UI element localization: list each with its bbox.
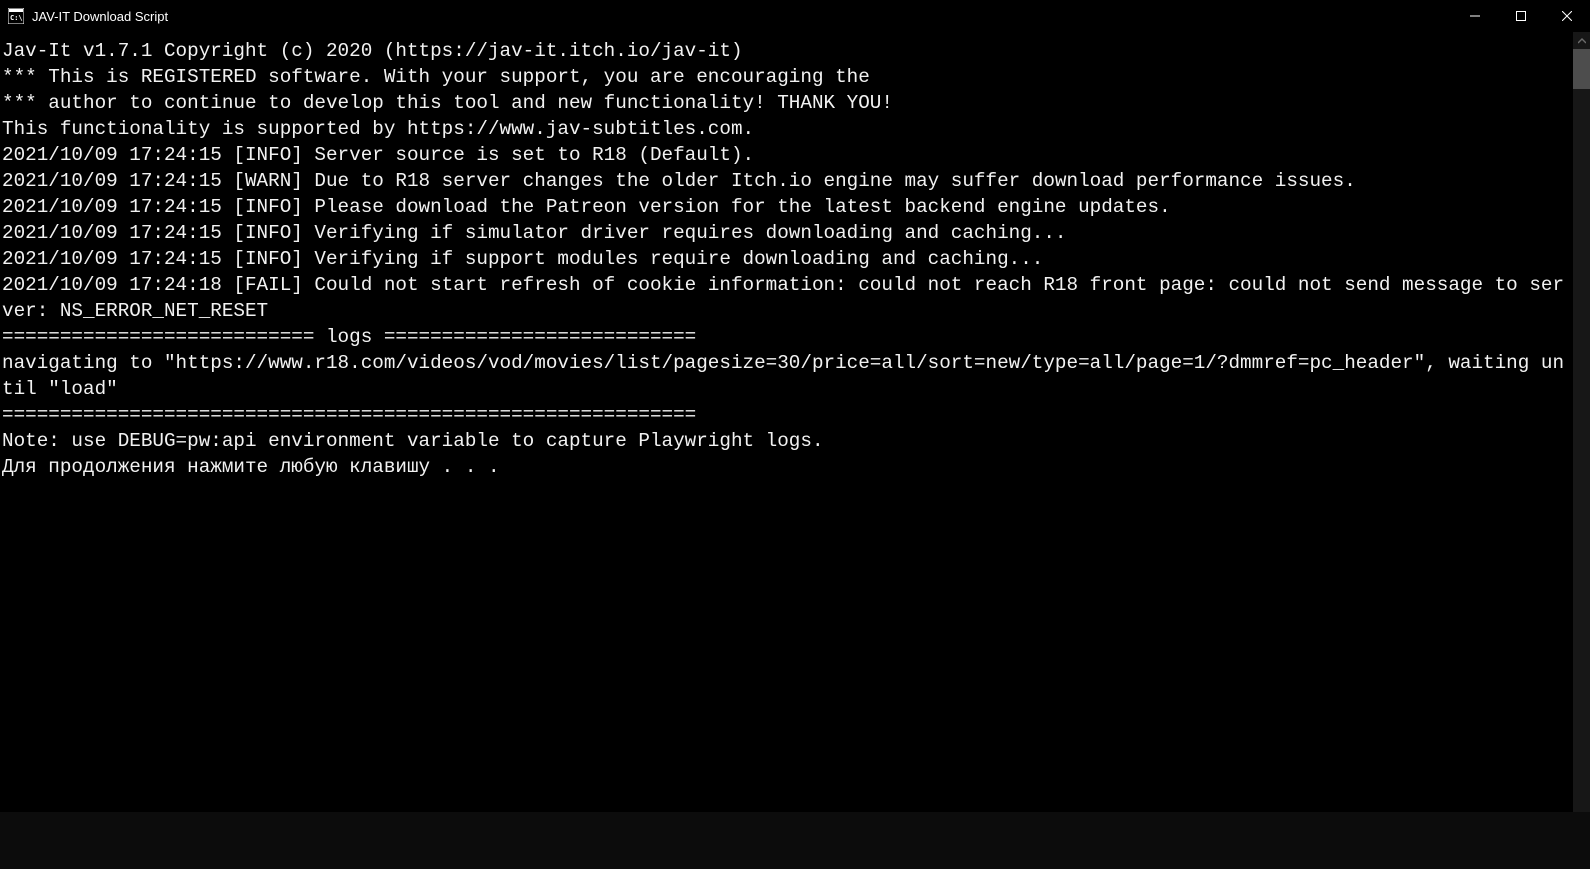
console-line: 2021/10/09 17:24:15 [WARN] Due to R18 se… [2,168,1573,194]
scrollbar-thumb[interactable] [1573,49,1590,89]
vertical-scrollbar[interactable] [1573,32,1590,869]
minimize-icon [1470,11,1480,21]
console-line: *** author to continue to develop this t… [2,90,1573,116]
console-output[interactable]: Jav-It v1.7.1 Copyright (c) 2020 (https:… [0,32,1573,869]
console-line: Для продолжения нажмите любую клавишу . … [2,454,1573,480]
maximize-icon [1516,11,1526,21]
console-line: Jav-It v1.7.1 Copyright (c) 2020 (https:… [2,38,1573,64]
maximize-button[interactable] [1498,0,1544,32]
scrollbar-track[interactable] [1573,49,1590,852]
console-line: *** This is REGISTERED software. With yo… [2,64,1573,90]
terminal-area: Jav-It v1.7.1 Copyright (c) 2020 (https:… [0,32,1590,869]
console-line: 2021/10/09 17:24:15 [INFO] Server source… [2,142,1573,168]
close-button[interactable] [1544,0,1590,32]
console-line: 2021/10/09 17:24:15 [INFO] Verifying if … [2,246,1573,272]
console-line: 2021/10/09 17:24:15 [INFO] Please downlo… [2,194,1573,220]
console-line: 2021/10/09 17:24:18 [FAIL] Could not sta… [2,272,1573,324]
window-title: JAV-IT Download Script [32,9,168,24]
console-line: This functionality is supported by https… [2,116,1573,142]
footer-strip [0,812,1590,869]
svg-text:C:\: C:\ [10,14,23,22]
minimize-button[interactable] [1452,0,1498,32]
scroll-up-arrow-icon[interactable] [1573,32,1590,49]
console-line: navigating to "https://www.r18.com/video… [2,350,1573,402]
cmd-icon: C:\ [8,8,24,24]
console-line: Note: use DEBUG=pw:api environment varia… [2,428,1573,454]
console-line: 2021/10/09 17:24:15 [INFO] Verifying if … [2,220,1573,246]
console-line: =========================== logs =======… [2,324,1573,350]
close-icon [1562,11,1572,21]
console-line: ========================================… [2,402,1573,428]
window-titlebar: C:\ JAV-IT Download Script [0,0,1590,32]
